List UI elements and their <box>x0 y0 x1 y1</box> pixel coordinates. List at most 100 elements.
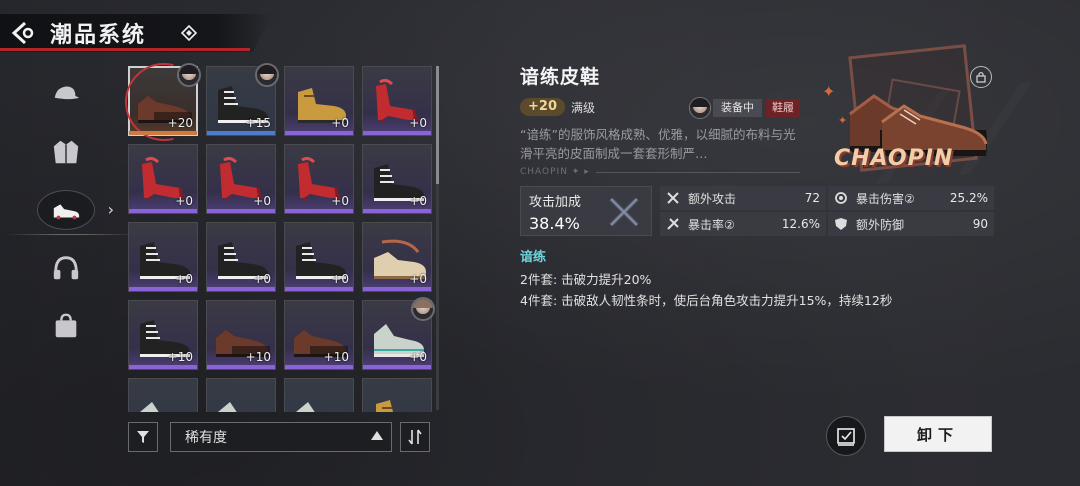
shoe-item-icon <box>218 402 237 412</box>
rarity-bar <box>129 287 197 291</box>
shoe-item-icon <box>296 402 315 412</box>
item-level: +0 <box>253 272 271 286</box>
item-level: +0 <box>409 272 427 286</box>
item-showcase-image: ✦ ✦ CHAOPIN <box>816 44 994 186</box>
item-level: +0 <box>175 194 193 208</box>
inventory-item[interactable]: +0 <box>206 144 276 214</box>
item-level: +20 <box>167 116 193 130</box>
defense-icon <box>835 218 847 230</box>
lock-button[interactable] <box>970 66 992 88</box>
sidebar-item-bag[interactable] <box>36 298 96 354</box>
diamond-icon <box>180 24 198 42</box>
inventory-item[interactable] <box>128 378 198 412</box>
equipped-avatar <box>255 63 279 87</box>
sidebar-item-cap[interactable] <box>36 66 96 122</box>
page-title: 潮品系统 <box>50 23 147 48</box>
headphones-icon <box>53 256 79 280</box>
inventory-item[interactable]: +0 <box>284 66 354 136</box>
rarity-bar <box>129 131 197 135</box>
sub-stat-name: 暴击伤害② <box>856 191 915 206</box>
rarity-bar <box>207 365 275 369</box>
inventory-item[interactable]: +0 <box>362 222 432 292</box>
inventory-item[interactable]: +15 <box>206 63 279 136</box>
equip-status-badge: 装备中 <box>713 99 762 117</box>
crossed-swords-icon <box>609 197 639 227</box>
inventory-item[interactable]: +20 <box>125 63 201 141</box>
shoe-item-icon <box>140 402 159 412</box>
sub-stat-value: 12.6% <box>781 217 820 231</box>
rarity-bar <box>285 209 353 213</box>
rarity-bar <box>363 209 431 213</box>
item-level: +0 <box>331 272 349 286</box>
main-stat: 攻击加成 38.4% <box>520 186 652 236</box>
attack-icon <box>667 192 679 204</box>
sub-stat-value: 72 <box>804 191 820 205</box>
inventory-item[interactable]: +0 <box>362 144 432 214</box>
slot-tag: 鞋履 <box>766 99 800 117</box>
sidebar-item-jacket[interactable] <box>36 124 96 180</box>
unequip-button[interactable]: 卸下 <box>884 416 992 452</box>
lock-icon <box>976 71 986 83</box>
crit-rate-icon <box>667 218 679 230</box>
compare-icon <box>837 428 855 446</box>
inventory-item[interactable]: +0 <box>362 66 432 136</box>
header-accent-line <box>0 48 250 51</box>
inventory-item[interactable]: +10 <box>128 300 198 370</box>
back-button[interactable] <box>0 14 50 52</box>
inventory-item[interactable]: +0 <box>128 144 198 214</box>
inventory-item[interactable]: +10 <box>284 300 354 370</box>
inventory-item[interactable]: +0 <box>206 222 276 292</box>
inventory-item[interactable] <box>362 378 432 412</box>
back-arrow-icon <box>11 21 34 45</box>
sort-dropdown[interactable]: 稀有度 <box>170 422 392 452</box>
crit-damage-icon <box>835 192 847 204</box>
sub-stat-name: 额外防御 <box>856 217 905 232</box>
item-level: +10 <box>167 350 193 364</box>
filter-button[interactable] <box>128 422 158 452</box>
set-bonus-4: 4件套: 击破敌人韧性条时，使后台角色攻击力提升15%，持续12秒 <box>520 293 893 308</box>
shoe-icon <box>53 204 80 220</box>
inventory-scrollbar[interactable] <box>436 66 439 410</box>
sidebar-item-shoes[interactable]: › <box>6 182 136 238</box>
sparkle-icon: ✦ <box>822 82 836 101</box>
inventory-item[interactable] <box>206 378 276 412</box>
inventory-item[interactable] <box>284 378 354 412</box>
compare-button[interactable] <box>826 416 866 456</box>
item-level: +0 <box>253 194 271 208</box>
sub-stat: 暴击伤害② 25.2% <box>828 186 994 210</box>
inventory-item[interactable]: +0 <box>284 222 354 292</box>
item-description: “谙练”的服饰风格成熟、优雅，以细腻的布料与光滑平亮的皮面制成一套套形制严… <box>520 127 796 161</box>
max-level-tag: 满级 <box>570 100 595 115</box>
rarity-bar <box>129 365 197 369</box>
brand-strip: CHAOPIN ✦ ▸ <box>520 166 800 178</box>
item-level-badge: +20 <box>520 98 565 116</box>
sort-order-icon <box>408 429 422 445</box>
sort-order-button[interactable] <box>400 422 430 452</box>
rarity-bar <box>285 131 353 135</box>
rarity-bar <box>207 287 275 291</box>
bag-icon <box>55 313 77 338</box>
inventory-item[interactable]: +0 <box>362 297 435 370</box>
category-sidebar: › <box>6 66 136 356</box>
equipped-character-avatar <box>689 97 711 119</box>
set-bonus-block: 谙练 2件套: 击破力提升20% 4件套: 击破敌人韧性条时，使后台角色攻击力提… <box>520 246 892 311</box>
showcase-brand: CHAOPIN <box>834 146 954 171</box>
rarity-bar <box>363 131 431 135</box>
cap-icon <box>54 86 80 100</box>
rarity-bar <box>285 287 353 291</box>
inventory-item[interactable]: +0 <box>284 144 354 214</box>
equipped-avatar <box>177 63 201 87</box>
inventory-item[interactable]: +0 <box>128 222 198 292</box>
set-name: 谙练 <box>520 250 547 265</box>
item-level: +10 <box>323 350 349 364</box>
item-level: +0 <box>409 116 427 130</box>
item-level: +10 <box>245 350 271 364</box>
item-level: +0 <box>409 194 427 208</box>
sub-stat: 额外防御 90 <box>828 212 994 236</box>
sidebar-item-headphones[interactable] <box>36 240 96 296</box>
brand-strip-label: CHAOPIN ✦ ▸ <box>520 167 590 177</box>
equipped-avatar <box>411 297 435 321</box>
inventory-item[interactable]: +10 <box>206 300 276 370</box>
sub-stat-value: 90 <box>972 217 988 231</box>
sub-stats-grid: 额外攻击 72 暴击伤害② 25.2% 暴击率② 12.6% 额外防御 90 <box>660 186 994 236</box>
